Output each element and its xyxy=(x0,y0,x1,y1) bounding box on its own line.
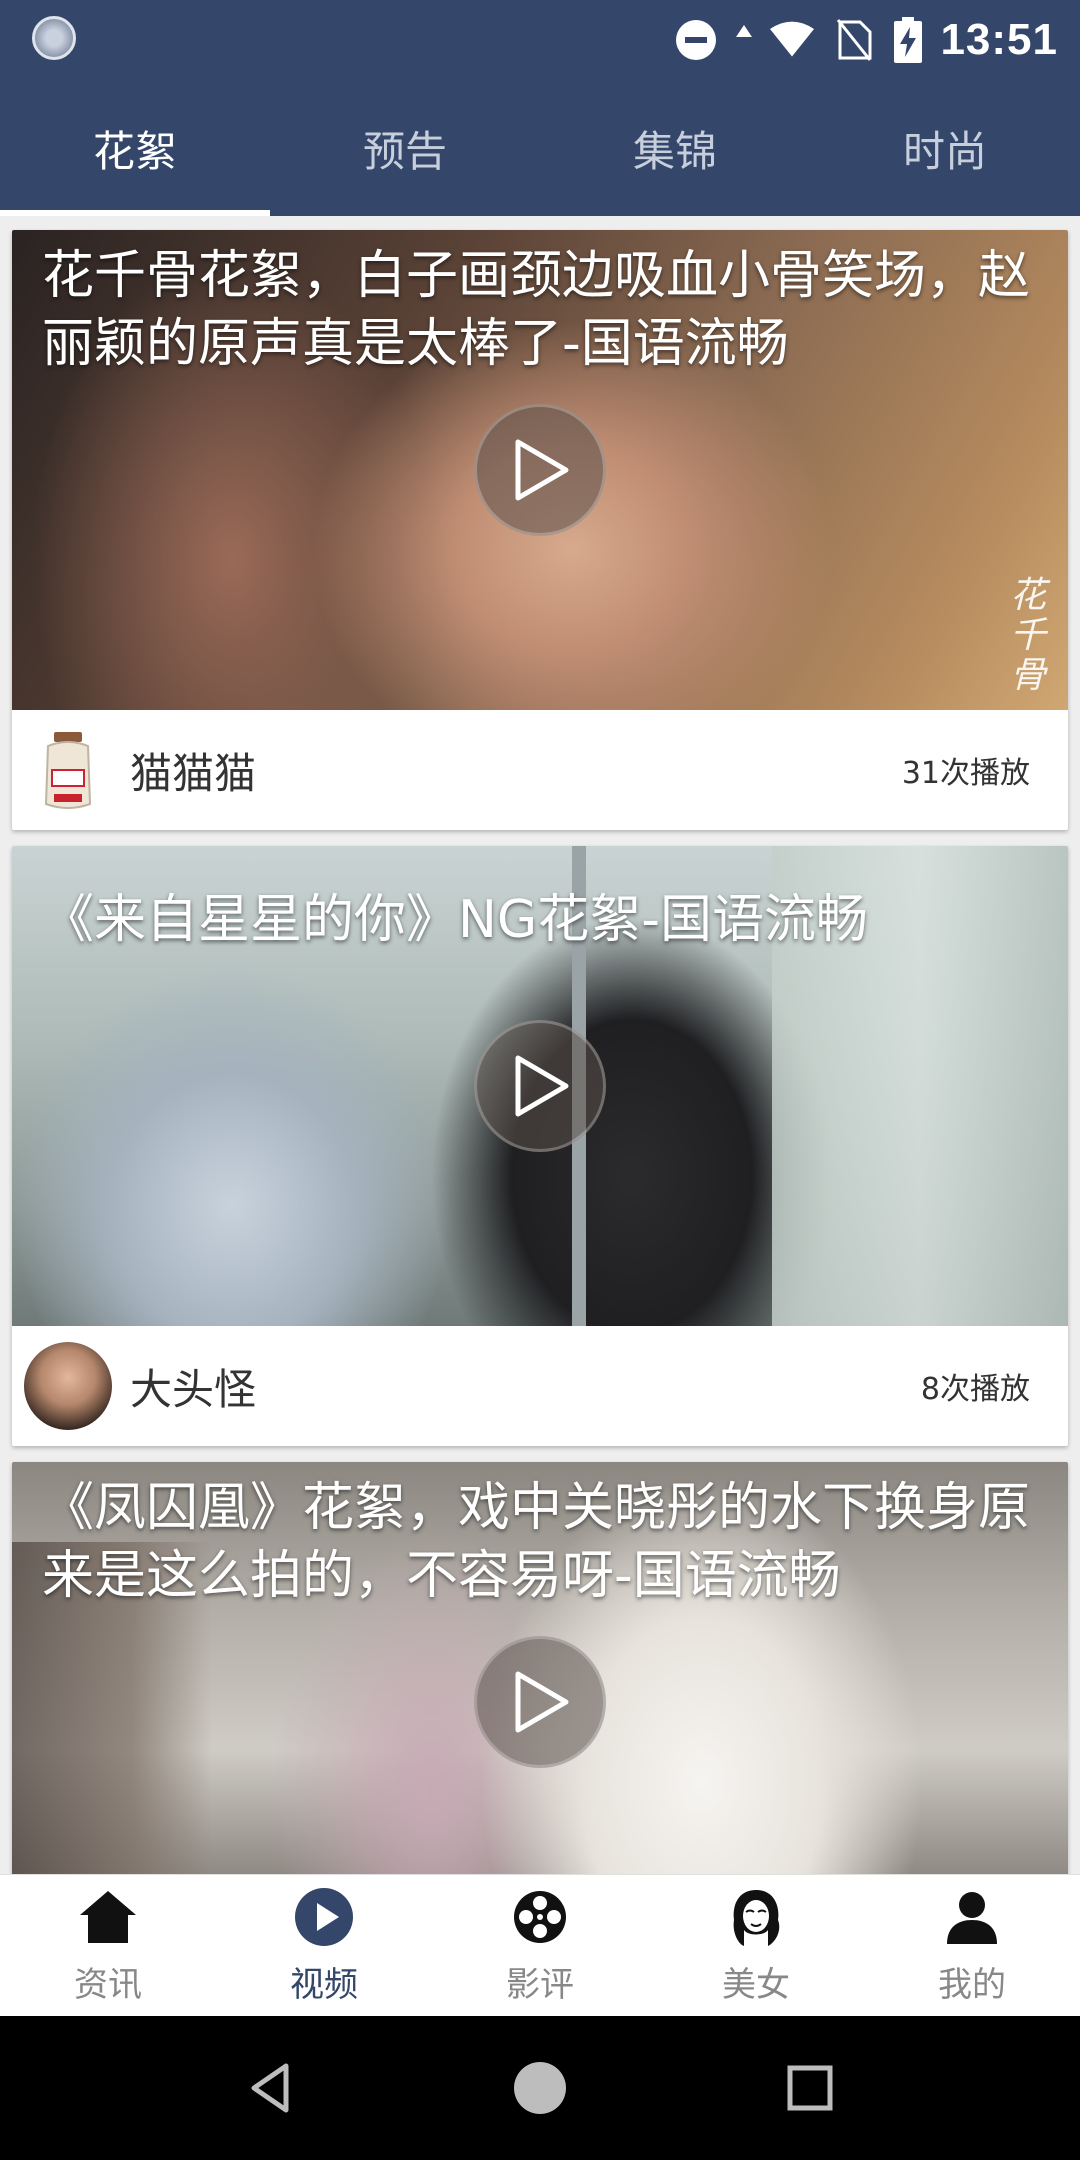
home-circle-icon[interactable] xyxy=(510,2058,570,2118)
play-count: 31次播放 xyxy=(901,756,1030,791)
video-thumbnail[interactable]: 《凤囚凰》花絮，戏中关晓彤的水下换身原来是这么拍的，不容易呀-国语流畅 xyxy=(12,1462,1068,1874)
nav-label: 视频 xyxy=(290,1965,358,2005)
system-navigation-bar xyxy=(0,2016,1080,2160)
video-feed[interactable]: 花千骨花絮，白子画颈边吸血小骨笑场，赵丽颖的原声真是太棒了-国语流畅 花千骨 猫… xyxy=(0,216,1080,1874)
person-icon xyxy=(940,1885,1004,1949)
video-card[interactable]: 《凤囚凰》花絮，戏中关晓彤的水下换身原来是这么拍的，不容易呀-国语流畅 xyxy=(12,1462,1068,1874)
video-meta: 猫猫猫 31次播放 xyxy=(12,710,1068,830)
video-title: 《来自星星的你》NG花絮-国语流畅 xyxy=(42,890,868,950)
nav-item-news[interactable]: 资讯 xyxy=(0,1875,216,2016)
play-button[interactable] xyxy=(474,1020,606,1152)
video-title: 花千骨花絮，白子画颈边吸血小骨笑场，赵丽颖的原声真是太棒了-国语流畅 xyxy=(42,246,1031,374)
loading-icon xyxy=(32,16,76,60)
video-thumbnail[interactable]: 《来自星星的你》NG花絮-国语流畅 xyxy=(12,846,1068,1326)
play-button[interactable] xyxy=(474,404,606,536)
tab-huaxu[interactable]: 花絮 xyxy=(0,80,270,216)
nav-item-me[interactable]: 我的 xyxy=(864,1875,1080,2016)
nav-item-beauty[interactable]: 美女 xyxy=(648,1875,864,2016)
battery-charging-icon xyxy=(894,17,923,63)
video-title: 《凤囚凰》花絮，戏中关晓彤的水下换身原来是这么拍的，不容易呀-国语流畅 xyxy=(42,1478,1031,1606)
no-sim-icon xyxy=(832,18,876,62)
play-button[interactable] xyxy=(474,1636,606,1768)
data-arrows-icon xyxy=(736,18,753,62)
category-tabs: 花絮 预告 集锦 时尚 xyxy=(0,80,1080,216)
nav-item-review[interactable]: 影评 xyxy=(432,1875,648,2016)
bottom-navigation: 资讯 视频 影评 美女 我的 xyxy=(0,1874,1080,2016)
video-thumbnail[interactable]: 花千骨花絮，白子画颈边吸血小骨笑场，赵丽颖的原声真是太棒了-国语流畅 花千骨 xyxy=(12,230,1068,710)
tab-shishang[interactable]: 时尚 xyxy=(810,80,1080,216)
avatar[interactable] xyxy=(24,1342,112,1430)
play-count: 8次播放 xyxy=(920,1372,1030,1407)
nav-label: 影评 xyxy=(506,1965,574,2005)
tab-yugao[interactable]: 预告 xyxy=(270,80,540,216)
wifi-icon xyxy=(770,18,815,62)
status-bar: 13:51 xyxy=(0,0,1080,80)
video-meta: 大头怪 8次播放 xyxy=(12,1326,1068,1446)
author-name[interactable]: 大头怪 xyxy=(130,1356,921,1417)
film-reel-icon xyxy=(508,1885,572,1949)
nav-label: 资讯 xyxy=(74,1965,142,2005)
tab-jijin[interactable]: 集锦 xyxy=(540,80,810,216)
woman-face-icon xyxy=(724,1885,788,1949)
back-icon[interactable] xyxy=(242,2058,302,2118)
recent-apps-icon[interactable] xyxy=(780,2058,840,2118)
drama-watermark: 花千骨 xyxy=(1010,575,1047,696)
avatar[interactable] xyxy=(24,726,112,814)
author-name[interactable]: 猫猫猫 xyxy=(130,740,902,801)
video-card[interactable]: 《来自星星的你》NG花絮-国语流畅 大头怪 8次播放 xyxy=(12,846,1068,1446)
home-icon xyxy=(76,1885,140,1949)
nav-label: 我的 xyxy=(938,1965,1006,2005)
clock: 13:51 xyxy=(940,15,1058,64)
nav-label: 美女 xyxy=(722,1965,790,2005)
nav-item-video[interactable]: 视频 xyxy=(216,1875,432,2016)
video-card[interactable]: 花千骨花絮，白子画颈边吸血小骨笑场，赵丽颖的原声真是太棒了-国语流畅 花千骨 猫… xyxy=(12,230,1068,830)
play-circle-icon xyxy=(292,1885,356,1949)
do-not-disturb-icon xyxy=(674,18,718,62)
